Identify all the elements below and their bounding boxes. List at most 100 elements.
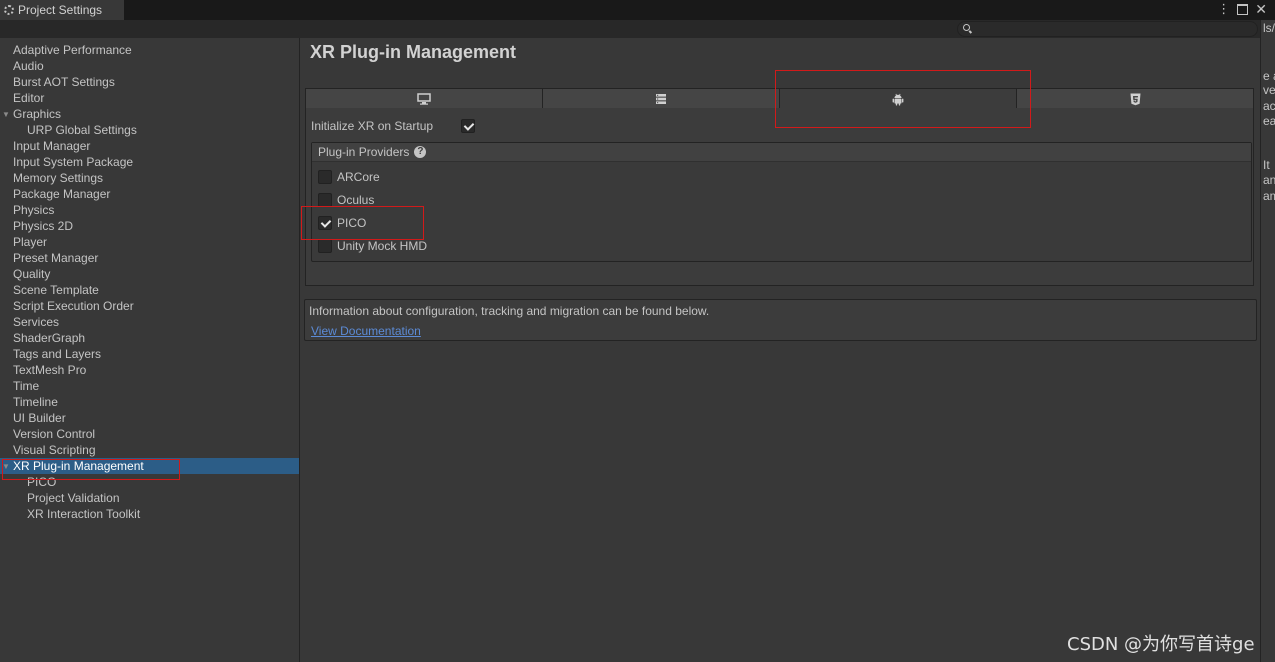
sidebar-item-editor[interactable]: Editor: [0, 90, 299, 106]
sidebar-item-physics-2d[interactable]: Physics 2D: [0, 218, 299, 234]
sidebar-item-tags-and-layers[interactable]: Tags and Layers: [0, 346, 299, 362]
tab-server[interactable]: [543, 89, 780, 109]
sidebar-item-script-execution-order[interactable]: Script Execution Order: [0, 298, 299, 314]
sidebar-item-label: Input System Package: [13, 155, 134, 169]
window-title: Project Settings: [18, 3, 103, 17]
clipped-text: am: [1263, 189, 1275, 203]
clipped-text: and: [1263, 173, 1275, 187]
sidebar-item-label: Memory Settings: [13, 171, 104, 185]
clipped-text: ea: [1263, 114, 1275, 128]
plugin-providers-header: Plug-in Providers ?: [312, 143, 1251, 162]
tab-webgl[interactable]: [1017, 89, 1253, 109]
sidebar-item-ui-builder[interactable]: UI Builder: [0, 410, 299, 426]
help-icon[interactable]: ?: [414, 146, 427, 158]
title-bar: Project Settings ⋮ ✕: [0, 0, 1275, 20]
sidebar-item-label: Quality: [13, 267, 51, 281]
sidebar-item-textmesh-pro[interactable]: TextMesh Pro: [0, 362, 299, 378]
sidebar-item-label: Physics 2D: [13, 219, 74, 233]
sidebar-item-scene-template[interactable]: Scene Template: [0, 282, 299, 298]
tab-standalone[interactable]: [306, 89, 543, 109]
settings-sidebar: Adaptive Performance Audio Burst AOT Set…: [0, 38, 300, 662]
plugin-providers-group: Plug-in Providers ? ARCore Oculus PICO U…: [311, 142, 1252, 262]
search-icon: [963, 24, 970, 31]
initialize-xr-row: Initialize XR on Startup: [311, 118, 475, 134]
sidebar-item-services[interactable]: Services: [0, 314, 299, 330]
page-title: XR Plug-in Management: [310, 42, 517, 62]
sidebar-item-label: Project Validation: [27, 491, 120, 505]
sidebar-item-label: Visual Scripting: [13, 443, 96, 457]
sidebar-item-label: Scene Template: [13, 283, 99, 297]
sidebar-item-label: Timeline: [13, 395, 58, 409]
sidebar-item-visual-scripting[interactable]: Visual Scripting: [0, 442, 299, 458]
sidebar-item-label: Input Manager: [13, 139, 91, 153]
server-icon: [656, 94, 666, 104]
foldout-expanded-icon[interactable]: ▼: [2, 107, 10, 123]
clipped-text: ls/: [1263, 21, 1275, 35]
sidebar-item-xr-interaction-toolkit[interactable]: XR Interaction Toolkit: [0, 506, 299, 522]
provider-label: Oculus: [337, 193, 375, 207]
sidebar-item-label: TextMesh Pro: [13, 363, 87, 377]
sidebar-item-shadergraph[interactable]: ShaderGraph: [0, 330, 299, 346]
sidebar-item-label: ShaderGraph: [13, 331, 86, 345]
sidebar-item-label: Services: [13, 315, 60, 329]
sidebar-item-burst-aot-settings[interactable]: Burst AOT Settings: [0, 74, 299, 90]
info-box: Information about configuration, trackin…: [304, 299, 1257, 341]
sidebar-item-label: Tags and Layers: [13, 347, 102, 361]
sidebar-item-graphics[interactable]: ▼ Graphics: [0, 106, 299, 122]
sidebar-item-urp-global-settings[interactable]: URP Global Settings: [0, 122, 299, 138]
android-settings-panel: Initialize XR on Startup Plug-in Provide…: [305, 108, 1254, 286]
sidebar-item-physics[interactable]: Physics: [0, 202, 299, 218]
clipped-text: ver: [1263, 83, 1275, 97]
sidebar-item-label: Script Execution Order: [13, 299, 134, 313]
sidebar-item-time[interactable]: Time: [0, 378, 299, 394]
sidebar-item-label: Package Manager: [13, 187, 111, 201]
provider-checkbox[interactable]: [318, 193, 332, 207]
provider-unity-mock-hmd: Unity Mock HMD: [318, 238, 427, 254]
provider-label: Unity Mock HMD: [337, 239, 428, 253]
sidebar-item-quality[interactable]: Quality: [0, 266, 299, 282]
provider-checkbox[interactable]: [318, 239, 332, 253]
html5-icon: [1130, 93, 1140, 105]
provider-checkbox[interactable]: [318, 170, 332, 184]
search-input[interactable]: [957, 21, 1258, 37]
initialize-xr-checkbox[interactable]: [461, 119, 475, 133]
close-icon[interactable]: ✕: [1255, 1, 1267, 17]
plugin-providers-title: Plug-in Providers: [318, 145, 410, 159]
background-panel-edge: ls/ e a ver ac ea It and am: [1260, 20, 1275, 662]
gear-icon: [4, 5, 14, 15]
sidebar-item-version-control[interactable]: Version Control: [0, 426, 299, 442]
window-tab[interactable]: Project Settings: [0, 0, 124, 20]
initialize-xr-label: Initialize XR on Startup: [311, 119, 434, 133]
sidebar-item-package-manager[interactable]: Package Manager: [0, 186, 299, 202]
sidebar-item-timeline[interactable]: Timeline: [0, 394, 299, 410]
sidebar-item-label: Audio: [13, 59, 44, 73]
sidebar-item-memory-settings[interactable]: Memory Settings: [0, 170, 299, 186]
sidebar-item-input-manager[interactable]: Input Manager: [0, 138, 299, 154]
sidebar-item-adaptive-performance[interactable]: Adaptive Performance: [0, 42, 299, 58]
window-controls: ⋮ ✕: [1217, 1, 1267, 17]
clipped-text: It: [1263, 158, 1270, 172]
sidebar-item-label: Burst AOT Settings: [13, 75, 115, 89]
view-documentation-link[interactable]: View Documentation: [311, 324, 421, 338]
sidebar-item-label: Editor: [13, 91, 45, 105]
sidebar-item-label: XR Interaction Toolkit: [27, 507, 141, 521]
sidebar-item-audio[interactable]: Audio: [0, 58, 299, 74]
sidebar-item-label: Preset Manager: [13, 251, 99, 265]
info-text: Information about configuration, trackin…: [309, 304, 710, 318]
sidebar-item-project-validation[interactable]: Project Validation: [0, 490, 299, 506]
desktop-icon: [417, 93, 431, 105]
annotation-box-xr-plugin-management: [2, 459, 180, 480]
sidebar-item-label: Graphics: [13, 107, 62, 121]
sidebar-item-preset-manager[interactable]: Preset Manager: [0, 250, 299, 266]
provider-label: ARCore: [337, 170, 380, 184]
watermark: CSDN @为你写首诗ge: [1067, 634, 1255, 655]
sidebar-item-player[interactable]: Player: [0, 234, 299, 250]
sidebar-item-label: Version Control: [13, 427, 96, 441]
sidebar-item-label: Adaptive Performance: [13, 43, 132, 57]
more-options-icon[interactable]: ⋮: [1217, 1, 1230, 17]
sidebar-item-input-system-package[interactable]: Input System Package: [0, 154, 299, 170]
toolbar: [0, 20, 1260, 38]
sidebar-item-label: Time: [13, 379, 40, 393]
sidebar-item-label: Physics: [13, 203, 55, 217]
maximize-icon[interactable]: [1237, 4, 1249, 15]
